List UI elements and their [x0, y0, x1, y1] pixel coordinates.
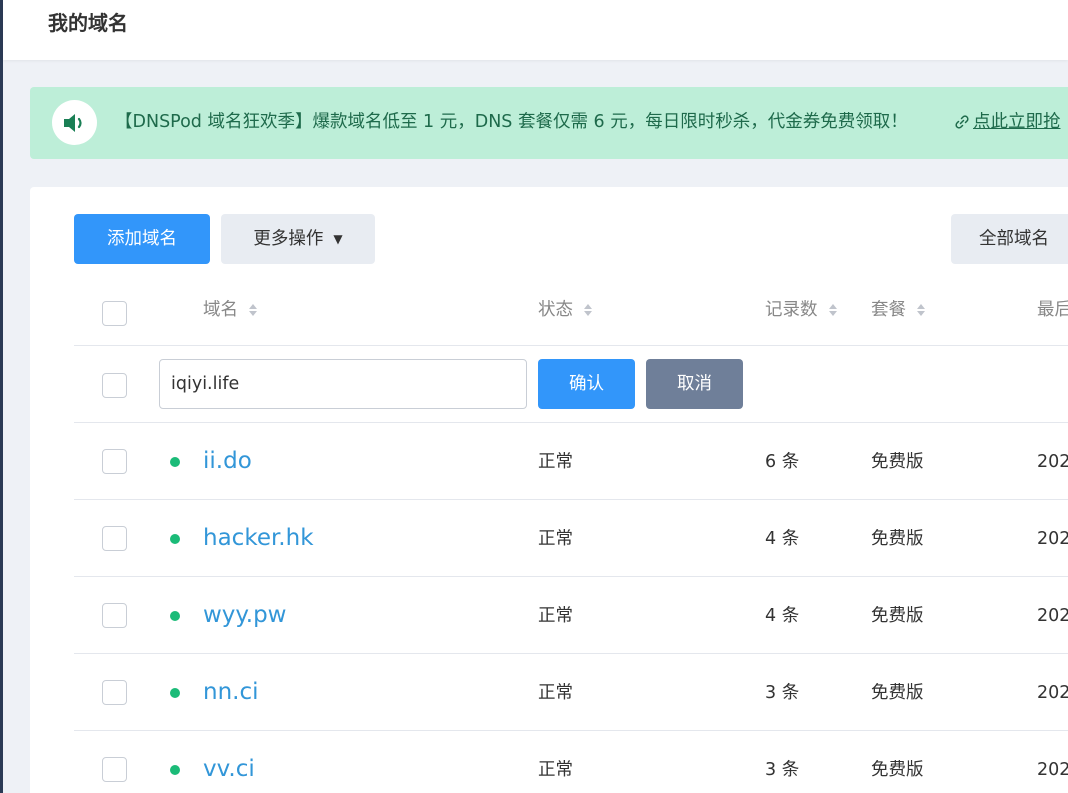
status-dot-icon: [170, 534, 180, 544]
domain-link[interactable]: hacker.hk: [203, 522, 314, 554]
domain-filter-label: 全部域名: [979, 229, 1049, 249]
domain-link[interactable]: ii.do: [203, 445, 252, 477]
notice-link-label[interactable]: 点此立即抢: [973, 109, 1061, 135]
row-checkbox[interactable]: [102, 680, 127, 705]
column-header-status[interactable]: 状态: [538, 297, 592, 323]
row-checkbox[interactable]: [102, 449, 127, 474]
column-header-records-label: 记录数: [765, 300, 818, 320]
status-dot-icon: [170, 765, 180, 775]
plan-text: 免费版: [871, 452, 924, 472]
column-header-last-modified[interactable]: 最后: [1037, 297, 1068, 323]
status-dot-icon: [170, 457, 180, 467]
caret-down-icon: ▼: [333, 232, 343, 246]
select-all-checkbox[interactable]: [102, 301, 127, 326]
notice-link[interactable]: 点此立即抢: [954, 109, 1061, 135]
domain-list-card: 添加域名 更多操作 ▼ 全部域名 域名 状态 记录数 套餐 最后 确认 取消 ii…: [30, 187, 1068, 793]
table-row: vv.ci 正常 3 条 免费版 202: [30, 731, 1068, 793]
domain-link[interactable]: wyy.pw: [203, 599, 286, 631]
last-modified-text: 202: [1037, 760, 1068, 780]
plan-text: 免费版: [871, 760, 924, 780]
last-modified-text: 202: [1037, 529, 1068, 549]
table-row: ii.do 正常 6 条 免费版 202: [30, 423, 1068, 500]
sort-icon: [249, 304, 257, 316]
domain-link[interactable]: vv.ci: [203, 753, 255, 785]
status-text: 正常: [538, 683, 573, 703]
status-text: 正常: [538, 529, 573, 549]
promo-notice-banner: 【DNSPod 域名狂欢季】爆款域名低至 1 元，DNS 套餐仅需 6 元，每日…: [30, 87, 1068, 159]
add-domain-button[interactable]: 添加域名: [74, 214, 210, 264]
status-dot-icon: [170, 611, 180, 621]
sort-icon: [917, 304, 925, 316]
record-count: 4 条: [765, 529, 800, 549]
link-icon: [955, 115, 969, 129]
record-count: 3 条: [765, 683, 800, 703]
page-title: 我的域名: [48, 11, 128, 35]
domain-link[interactable]: nn.ci: [203, 676, 259, 708]
column-header-plan-label: 套餐: [871, 300, 906, 320]
row-checkbox[interactable]: [102, 526, 127, 551]
status-text: 正常: [538, 606, 573, 626]
status-text: 正常: [538, 760, 573, 780]
column-header-records[interactable]: 记录数: [765, 297, 837, 323]
table-row: hacker.hk 正常 4 条 免费版 202: [30, 500, 1068, 577]
sort-icon: [584, 304, 592, 316]
column-header-domain[interactable]: 域名: [203, 297, 257, 323]
column-header-plan[interactable]: 套餐: [871, 297, 925, 323]
record-count: 3 条: [765, 760, 800, 780]
column-header-domain-label: 域名: [203, 300, 238, 320]
record-count: 4 条: [765, 606, 800, 626]
page-header: 我的域名: [3, 0, 1068, 60]
new-domain-input[interactable]: [159, 359, 527, 409]
status-dot-icon: [170, 688, 180, 698]
row-checkbox[interactable]: [102, 757, 127, 782]
plan-text: 免费版: [871, 529, 924, 549]
record-count: 6 条: [765, 452, 800, 472]
sort-icon: [828, 304, 837, 316]
last-modified-text: 202: [1037, 683, 1068, 703]
plan-text: 免费版: [871, 683, 924, 703]
speaker-icon: [52, 100, 97, 145]
cancel-button[interactable]: 取消: [646, 359, 743, 409]
table-row: nn.ci 正常 3 条 免费版 202: [30, 654, 1068, 731]
last-modified-text: 202: [1037, 606, 1068, 626]
notice-text: 【DNSPod 域名狂欢季】爆款域名低至 1 元，DNS 套餐仅需 6 元，每日…: [115, 112, 908, 132]
status-text: 正常: [538, 452, 573, 472]
plan-text: 免费版: [871, 606, 924, 626]
column-header-last-label: 最后: [1037, 300, 1068, 320]
more-actions-label: 更多操作: [253, 229, 324, 249]
last-modified-text: 202: [1037, 452, 1068, 472]
divider: [74, 345, 1068, 346]
sidebar-edge: [0, 0, 3, 793]
table-row: wyy.pw 正常 4 条 免费版 202: [30, 577, 1068, 654]
more-actions-button[interactable]: 更多操作 ▼: [221, 214, 375, 264]
confirm-button[interactable]: 确认: [538, 359, 635, 409]
domain-filter-dropdown[interactable]: 全部域名: [951, 214, 1068, 264]
row-checkbox[interactable]: [102, 603, 127, 628]
new-domain-checkbox[interactable]: [102, 373, 127, 398]
column-header-status-label: 状态: [538, 300, 573, 320]
